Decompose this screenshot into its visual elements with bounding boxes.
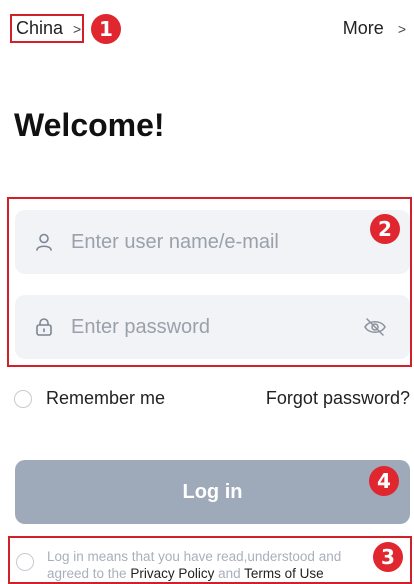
chevron-right-icon: >: [397, 20, 406, 37]
region-label: China: [16, 18, 64, 38]
annotation-badge-3: 3: [373, 542, 403, 572]
forgot-password-link[interactable]: Forgot password?: [266, 388, 410, 409]
more-link[interactable]: More >: [343, 18, 406, 39]
username-input[interactable]: [69, 221, 410, 263]
privacy-policy-link[interactable]: Privacy Policy: [130, 566, 214, 581]
annotation-badge-4: 4: [369, 466, 399, 496]
chevron-right-icon: >: [73, 20, 82, 37]
username-field[interactable]: [15, 210, 410, 274]
eye-off-icon[interactable]: [362, 316, 388, 338]
consent-text: Log in means that you have read,understo…: [47, 548, 377, 582]
more-label: More: [342, 18, 384, 38]
login-button[interactable]: Log in: [15, 460, 410, 524]
annotation-badge-2: 2: [370, 214, 400, 244]
consent-and: and: [214, 566, 245, 581]
user-icon: [33, 231, 55, 253]
region-selector[interactable]: China >: [10, 14, 84, 43]
consent-radio[interactable]: [16, 553, 34, 571]
annotation-badge-1: 1: [91, 14, 121, 44]
lock-icon: [33, 316, 55, 338]
remember-me-radio[interactable]: [14, 390, 32, 408]
terms-of-use-link[interactable]: Terms of Use: [244, 566, 324, 581]
password-field[interactable]: [15, 295, 410, 359]
page-title: Welcome!: [14, 107, 165, 143]
remember-me-label[interactable]: Remember me: [46, 388, 165, 409]
password-input[interactable]: [69, 306, 362, 348]
